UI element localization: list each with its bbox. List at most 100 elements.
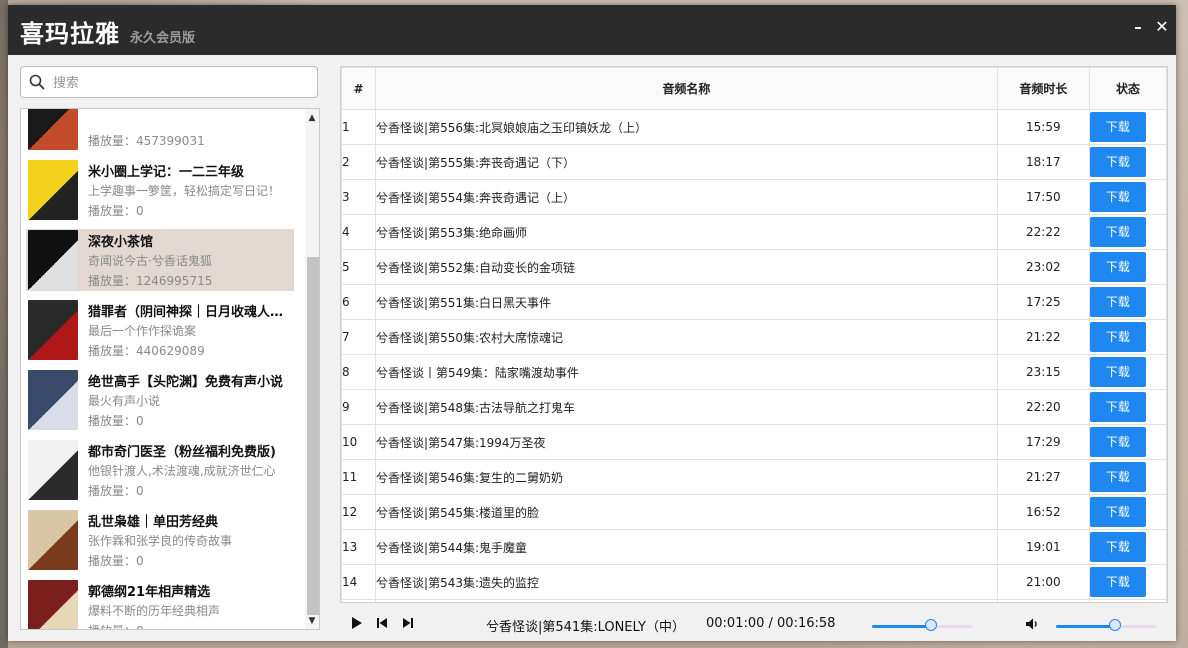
track-duration: 23:15	[996, 354, 1090, 390]
track-duration: 16:52	[996, 494, 1090, 530]
album-description: 上学趣事一箩筐，轻松搞定写日记！	[88, 184, 281, 198]
track-state-cell: 下载	[1088, 144, 1167, 180]
album-play-count: 播放量：1246995715	[88, 274, 213, 288]
track-duration: 17:25	[996, 284, 1090, 320]
track-name: 兮香怪谈|第552集:自动变长的金项链	[375, 249, 998, 285]
album-list-item[interactable]: 播放量：457399031	[26, 109, 294, 151]
download-button[interactable]: 下载	[1089, 322, 1146, 352]
track-index: 6	[341, 284, 377, 320]
volume-thumb[interactable]	[1109, 619, 1121, 631]
track-index: 2	[341, 144, 377, 180]
album-list-item[interactable]: 绝世高手【头陀渊】免费有声小说 最火有声小说 播放量：0	[26, 369, 294, 431]
album-description: 张作霖和张学良的传奇故事	[88, 534, 233, 548]
track-index: 8	[341, 354, 377, 390]
download-button[interactable]: 下载	[1089, 217, 1146, 247]
track-name: 兮香怪谈|第555集:奔丧奇遇记（下）	[375, 144, 998, 180]
table-row[interactable]: 11 兮香怪谈|第546集:复生的二舅奶奶 21:27 下载	[341, 459, 1167, 495]
album-description: 他银针渡人,术法渡魂,成就济世仁心	[88, 464, 276, 478]
title-bar: 喜玛拉雅 永久会员版 – ✕	[8, 5, 1176, 55]
track-table: # 音频名称 音频时长 状态 1 兮香怪谈|第556集:北冥娘娘庙之玉印镇妖龙（上…	[341, 67, 1167, 602]
track-index: 15	[341, 599, 377, 602]
table-row[interactable]: 4 兮香怪谈|第553集:绝命画师 22:22 下载	[341, 214, 1167, 250]
track-index: 3	[341, 179, 377, 215]
download-button[interactable]: 下载	[1089, 427, 1146, 457]
download-button[interactable]: 下载	[1089, 252, 1146, 282]
track-table-body: 1 兮香怪谈|第556集:北冥娘娘庙之玉印镇妖龙（上） 15:59 下载 2 兮香怪谈|第…	[341, 109, 1167, 602]
album-play-count: 播放量：0	[88, 414, 144, 428]
album-cover	[28, 440, 78, 500]
download-button[interactable]: 下载	[1089, 182, 1146, 212]
track-state-cell	[1088, 599, 1167, 602]
track-index: 4	[341, 214, 377, 250]
album-cover	[28, 580, 78, 629]
table-row[interactable]: 13 兮香怪谈|第544集:鬼手魔童 19:01 下载	[341, 529, 1167, 565]
album-list-item[interactable]: 米小圈上学记：一二三年级 上学趣事一箩筐，轻松搞定写日记！ 播放量：0	[26, 159, 294, 221]
album-play-count: 播放量：0	[88, 484, 144, 498]
now-playing-title: 兮香怪谈|第541集:LONELY（中）	[486, 620, 685, 635]
download-button[interactable]: 下载	[1089, 357, 1146, 387]
album-list-item[interactable]: 乱世枭雄｜单田芳经典 张作霖和张学良的传奇故事 播放量：0	[26, 509, 294, 571]
album-title: 绝世高手【头陀渊】免费有声小说	[88, 375, 284, 390]
table-row[interactable]: 15	[341, 599, 1167, 602]
table-row[interactable]: 8 兮香怪谈丨第549集：陆家嘴渡劫事件 23:15 下载	[341, 354, 1167, 390]
album-list-item[interactable]: 猎罪者（阴间神探｜日月收魂人… 最后一个作作探诡案 播放量：440629089	[26, 299, 294, 361]
album-play-count: 播放量：0	[88, 204, 144, 218]
table-row[interactable]: 6 兮香怪谈|第551集:白日黑天事件 17:25 下载	[341, 284, 1167, 320]
search-box[interactable]	[20, 66, 318, 98]
album-cover	[28, 300, 78, 360]
table-row[interactable]: 1 兮香怪谈|第556集:北冥娘娘庙之玉印镇妖龙（上） 15:59 下载	[341, 109, 1167, 145]
track-duration: 21:00	[996, 564, 1090, 600]
column-header-name: 音频名称	[375, 67, 998, 110]
track-duration: 22:22	[996, 214, 1090, 250]
table-row[interactable]: 14 兮香怪谈|第543集:遗失的监控 21:00 下载	[341, 564, 1167, 600]
table-row[interactable]: 5 兮香怪谈|第552集:自动变长的金项链 23:02 下载	[341, 249, 1167, 285]
album-list-item[interactable]: 都市奇门医圣（粉丝福利免费版) 他银针渡人,术法渡魂,成就济世仁心 播放量：0	[26, 439, 294, 501]
download-button[interactable]: 下载	[1089, 567, 1146, 597]
download-button[interactable]: 下载	[1089, 147, 1146, 177]
app-title: 喜玛拉雅	[20, 20, 120, 48]
scroll-down-icon[interactable]: ▼	[305, 614, 319, 628]
download-button[interactable]: 下载	[1089, 532, 1146, 562]
album-list-item[interactable]: 郭德纲21年相声精选爆料不断的历年经典相声播放量：0	[26, 579, 294, 629]
table-row[interactable]: 2 兮香怪谈|第555集:奔丧奇遇记（下） 18:17 下载	[341, 144, 1167, 180]
track-index: 7	[341, 319, 377, 355]
search-input[interactable]	[51, 70, 311, 96]
play-icon[interactable]	[350, 616, 364, 630]
download-button[interactable]: 下载	[1089, 462, 1146, 492]
table-row[interactable]: 10 兮香怪谈|第547集:1994万圣夜 17:29 下载	[341, 424, 1167, 460]
table-row[interactable]: 12 兮香怪谈|第545集:楼道里的脸 16:52 下载	[341, 494, 1167, 530]
track-duration: 17:29	[996, 424, 1090, 460]
download-button[interactable]: 下载	[1089, 497, 1146, 527]
scroll-up-icon[interactable]: ▲	[305, 111, 319, 125]
progress-thumb[interactable]	[925, 619, 937, 631]
album-scrollbar[interactable]: ▲ ▼	[305, 109, 319, 629]
track-duration: 19:01	[996, 529, 1090, 565]
track-duration: 23:02	[996, 249, 1090, 285]
album-play-count: 播放量：0	[88, 622, 144, 629]
minimize-button[interactable]: –	[1128, 17, 1148, 37]
volume-slider[interactable]	[1056, 619, 1156, 631]
table-row[interactable]: 9 兮香怪谈|第548集:古法导航之打鬼车 22:20 下载	[341, 389, 1167, 425]
track-duration: 18:17	[996, 144, 1090, 180]
track-state-cell: 下载	[1088, 319, 1167, 355]
track-duration	[996, 599, 1090, 602]
volume-icon[interactable]	[1025, 617, 1039, 631]
scrollbar-thumb[interactable]	[307, 257, 319, 615]
download-button[interactable]: 下载	[1089, 392, 1146, 422]
track-duration: 21:22	[996, 319, 1090, 355]
album-list-item[interactable]: 深夜小茶馆 奇闻说今古·兮香话鬼狐 播放量：1246995715	[26, 229, 294, 291]
table-row[interactable]: 3 兮香怪谈|第554集:奔丧奇遇记（上） 17:50 下载	[341, 179, 1167, 215]
close-button[interactable]: ✕	[1152, 17, 1172, 37]
next-icon[interactable]	[401, 616, 415, 630]
album-description: 奇闻说今古·兮香话鬼狐	[88, 254, 212, 268]
download-button[interactable]: 下载	[1089, 287, 1146, 317]
column-header-index: #	[341, 67, 377, 110]
album-play-count: 播放量：457399031	[88, 134, 205, 148]
track-state-cell: 下载	[1088, 459, 1167, 495]
track-name: 兮香怪谈|第553集:绝命画师	[375, 214, 998, 250]
progress-slider[interactable]	[872, 619, 972, 631]
track-duration: 17:50	[996, 179, 1090, 215]
table-row[interactable]: 7 兮香怪谈|第550集:农村大席惊魂记 21:22 下载	[341, 319, 1167, 355]
previous-icon[interactable]	[375, 616, 389, 630]
download-button[interactable]: 下载	[1089, 112, 1146, 142]
